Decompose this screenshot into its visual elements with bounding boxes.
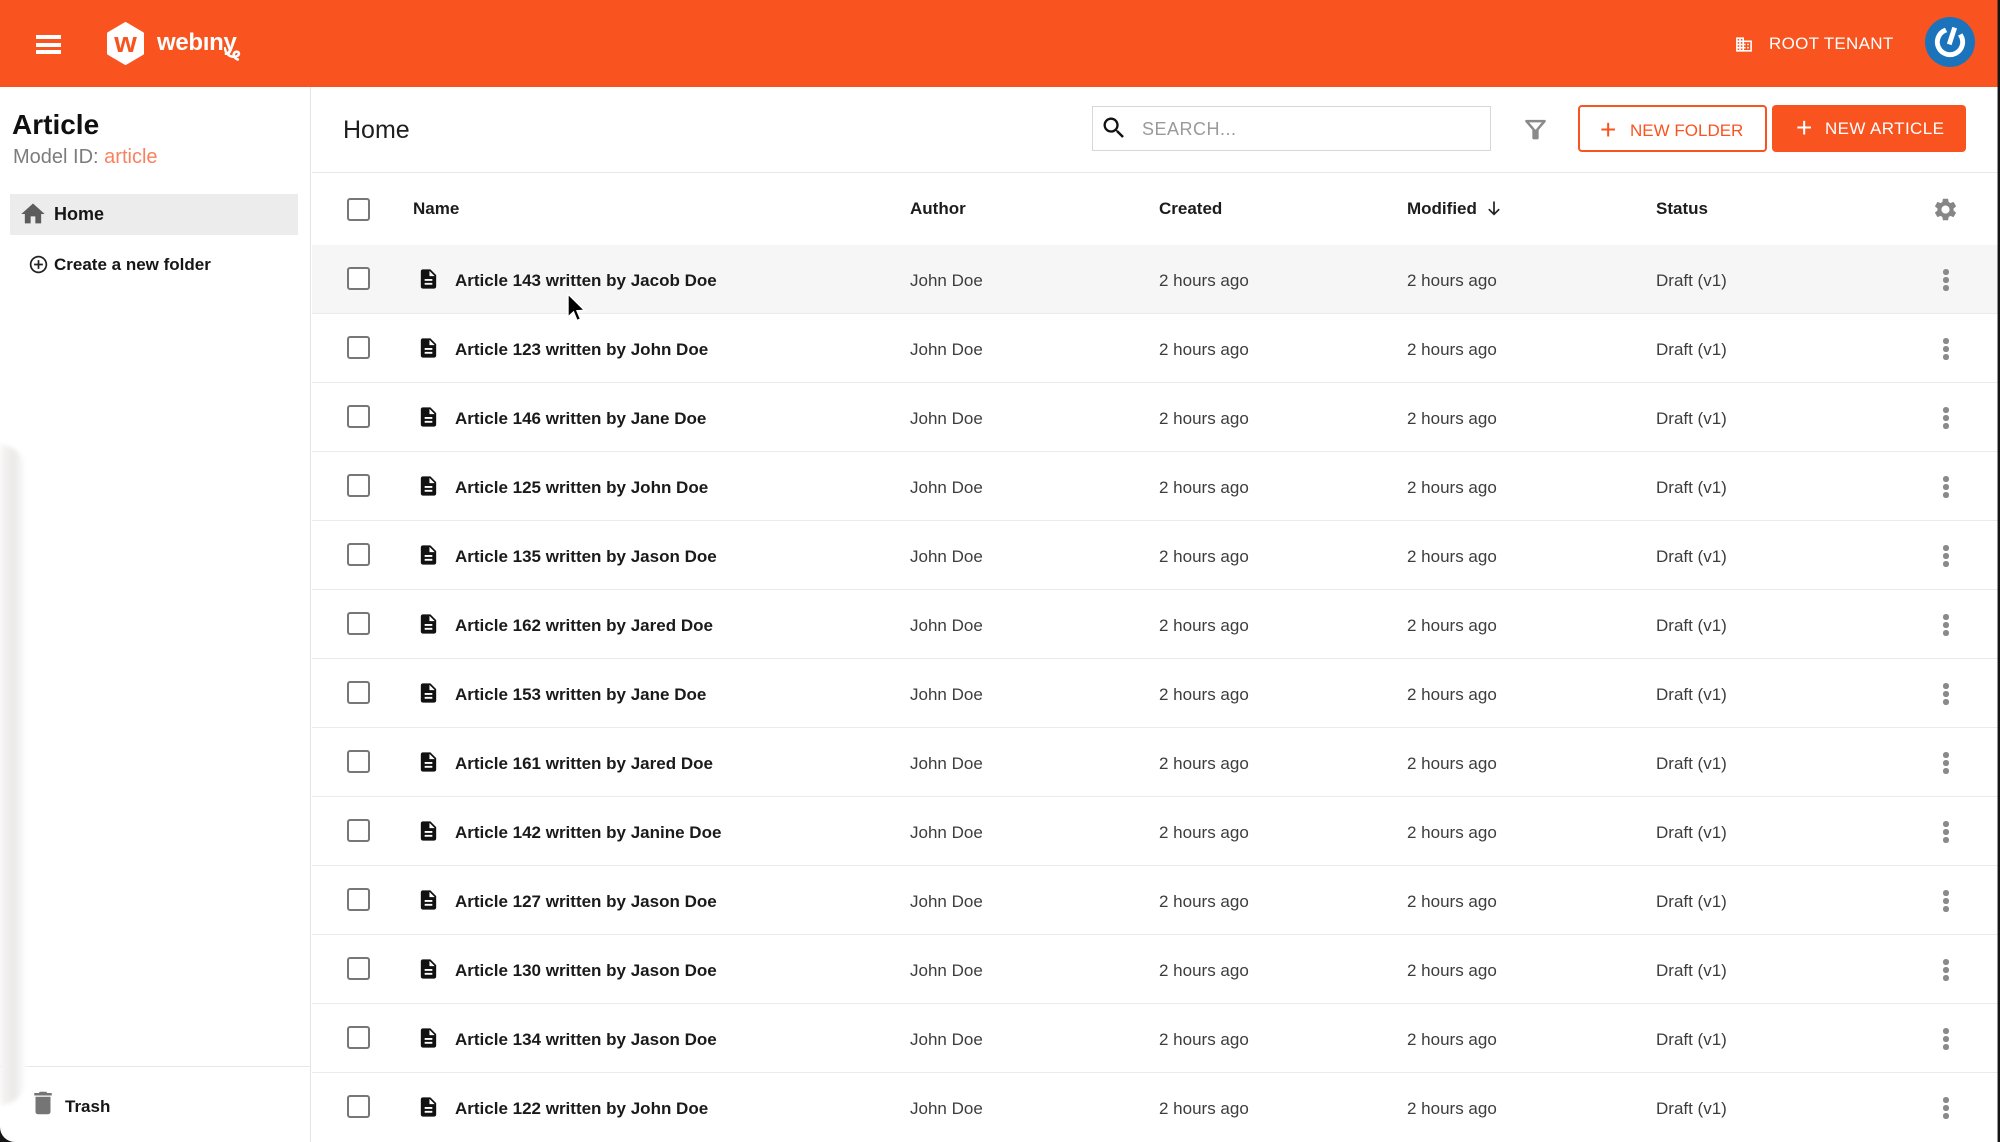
svg-text:w: w xyxy=(113,27,137,59)
